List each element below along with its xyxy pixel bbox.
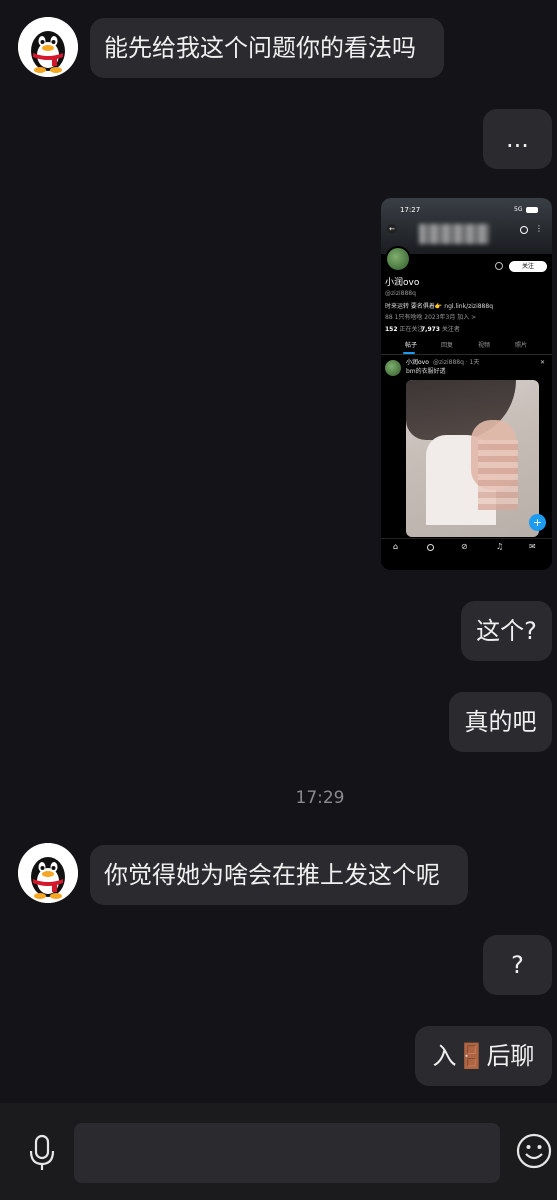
qq-penguin-icon <box>18 17 78 77</box>
message-text: 后聊 <box>486 1042 535 1070</box>
post-avatar[interactable] <box>385 360 401 376</box>
followers-count[interactable]: 7,973 关注者 <box>421 326 460 334</box>
profile-avatar[interactable] <box>385 246 411 272</box>
message-bubble-sent[interactable]: 入🚪后聊 <box>415 1026 552 1086</box>
message-bubble-received[interactable]: 你觉得她为啥会在推上发这个呢 <box>90 845 468 905</box>
battery-icon <box>526 207 538 213</box>
mail-icon[interactable]: ✉ <box>529 543 536 551</box>
search-icon[interactable] <box>520 226 528 234</box>
profile-handle: @zizi888q <box>385 290 416 297</box>
message-bubble-sent[interactable]: ... <box>483 109 552 169</box>
post-text: bm的衣服好透 <box>406 368 446 375</box>
message-bubble-sent[interactable]: 这个? <box>461 601 552 661</box>
message-text: 你觉得她为啥会在推上发这个呢 <box>104 861 440 889</box>
tab-replies[interactable]: 回复 <box>441 342 453 350</box>
message-text: ? <box>511 951 524 979</box>
message-input[interactable] <box>74 1123 500 1183</box>
follow-label: 关注 <box>521 263 534 270</box>
fab-label: + <box>532 516 543 529</box>
tab-photos[interactable]: 照片 <box>515 342 527 350</box>
message-icon[interactable] <box>495 262 503 270</box>
message-text: 入 <box>432 1042 457 1070</box>
shared-screenshot-image[interactable]: 17:27 5G ← ⋮ 关注 小润ovo @zizi888q 时来运转 要名俱… <box>381 198 552 570</box>
qq-penguin-icon <box>18 843 78 903</box>
contact-avatar[interactable] <box>18 17 78 77</box>
message-bubble-sent[interactable]: ? <box>483 935 552 995</box>
contact-avatar[interactable] <box>18 843 78 903</box>
home-icon[interactable]: ⌂ <box>393 543 398 551</box>
chat-timestamp: 17:29 <box>295 788 345 808</box>
message-text: 这个? <box>476 617 537 645</box>
door-emoji-icon: 🚪 <box>456 1042 487 1070</box>
post-handle: @zizi888q · 1天 <box>433 359 480 366</box>
post-photo[interactable] <box>406 380 539 537</box>
search-nav-icon[interactable] <box>427 544 434 551</box>
microphone-icon[interactable] <box>26 1133 58 1173</box>
divider <box>381 354 552 355</box>
compose-fab[interactable]: + <box>529 514 546 531</box>
message-bubble-received[interactable]: 能先给我这个问题你的看法吗 <box>90 18 444 78</box>
profile-name: 小润ovo <box>385 278 420 288</box>
profile-bio: 时来运转 要名俱着👉 ngl.link/zizi888q <box>385 303 493 310</box>
post-author: 小润ovo <box>406 359 429 366</box>
more-icon[interactable]: ⋮ <box>535 224 543 233</box>
follow-button[interactable]: 关注 <box>509 261 547 272</box>
message-bubble-sent[interactable]: 真的吧 <box>449 692 552 752</box>
status-network: 5G <box>514 206 523 213</box>
message-text: ... <box>506 125 529 153</box>
tab-videos[interactable]: 视频 <box>478 342 490 350</box>
profile-meta: 88 1只有啥啥 2023年3月 加入 > <box>385 314 477 321</box>
back-arrow-icon[interactable]: ← <box>387 224 397 234</box>
message-text: 真的吧 <box>464 708 537 736</box>
bell-icon[interactable]: ♫ <box>496 543 503 551</box>
post-close-icon[interactable]: ✕ <box>540 359 545 367</box>
tab-posts[interactable]: 帖子 <box>405 342 417 350</box>
message-text: 能先给我这个问题你的看法吗 <box>104 34 416 62</box>
grok-icon[interactable]: ⊘ <box>461 543 468 551</box>
status-time: 17:27 <box>400 206 421 214</box>
emoji-icon[interactable] <box>515 1132 553 1170</box>
following-count[interactable]: 152 正在关注 <box>385 326 423 334</box>
